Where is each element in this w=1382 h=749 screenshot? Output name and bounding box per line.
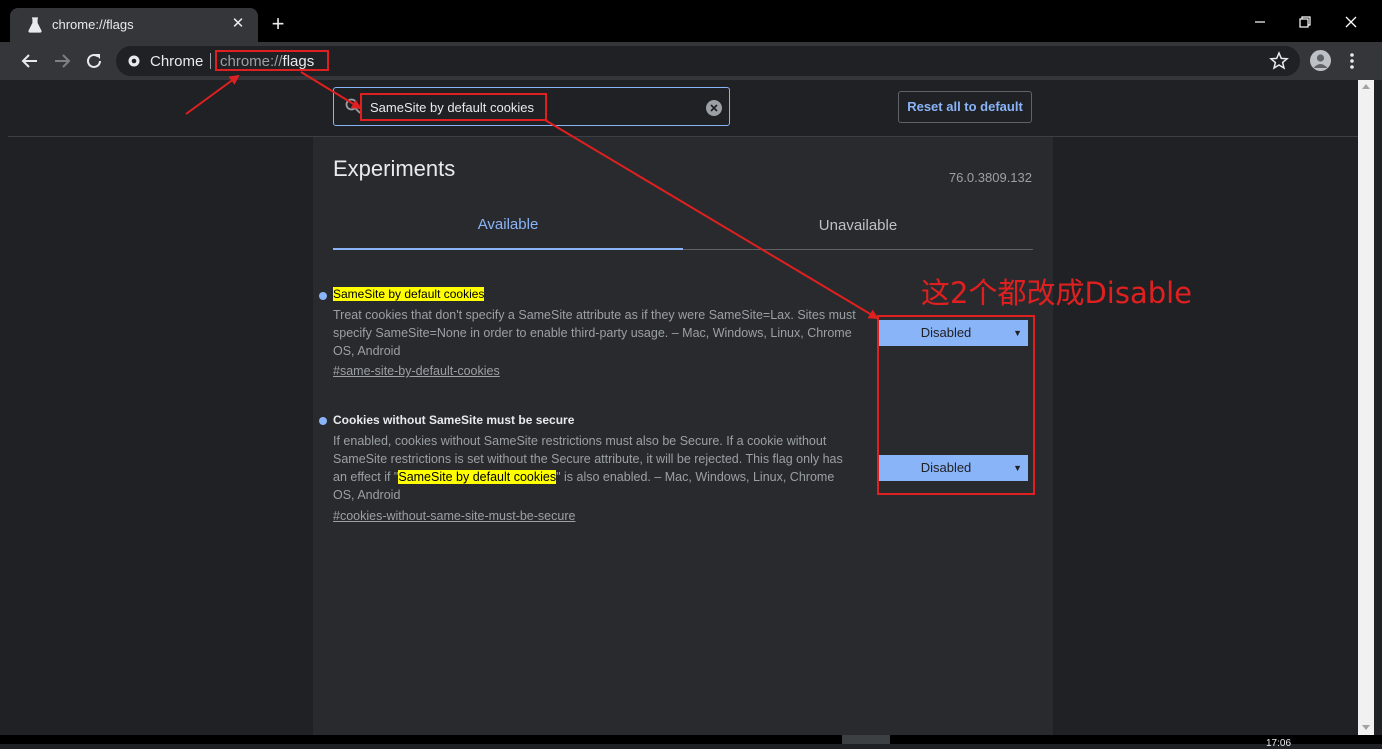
scroll-down-icon[interactable] xyxy=(1362,725,1370,730)
flag-description-line: an effect if "SameSite by default cookie… xyxy=(333,468,868,486)
right-gutter xyxy=(1053,137,1358,735)
flag-title: Cookies without SameSite must be secure xyxy=(333,413,575,427)
desc-highlight: SameSite by default cookies xyxy=(398,470,557,484)
menu-dots-icon[interactable] xyxy=(1346,50,1358,72)
reset-all-button[interactable]: Reset all to default xyxy=(898,91,1032,123)
person-icon xyxy=(1313,54,1328,68)
tab-available[interactable]: Available xyxy=(333,216,683,233)
annotation-box-search xyxy=(360,93,547,121)
restore-icon[interactable] xyxy=(1293,10,1317,34)
back-icon[interactable] xyxy=(19,50,41,72)
browser-toolbar: Chrome chrome://flags xyxy=(0,42,1382,80)
active-tab-indicator xyxy=(333,248,683,250)
desc-text: " is also enabled. – Mac, Windows, Linux… xyxy=(556,470,835,484)
omnibox-divider xyxy=(210,53,211,69)
chrome-chip-label: Chrome xyxy=(150,53,204,70)
flag-description-line: OS, Android xyxy=(333,488,401,502)
clear-search-icon[interactable] xyxy=(706,100,722,116)
desc-text: an effect if " xyxy=(333,470,399,484)
profile-avatar[interactable] xyxy=(1310,50,1331,71)
forward-icon[interactable] xyxy=(51,50,73,72)
flask-icon xyxy=(28,17,42,33)
flag-anchor-link[interactable]: #same-site-by-default-cookies xyxy=(333,364,500,378)
title-bar: chrome://flags ✕ + xyxy=(0,0,1382,42)
flag-description-line: SameSite restrictions is set without the… xyxy=(333,452,843,466)
vertical-scrollbar[interactable] xyxy=(1358,80,1374,735)
reload-icon[interactable] xyxy=(83,50,105,72)
flag-anchor-link[interactable]: #cookies-without-same-site-must-be-secur… xyxy=(333,509,575,523)
flag-status-dot xyxy=(319,292,327,300)
scroll-up-icon[interactable] xyxy=(1362,84,1370,89)
taskbar-thumb xyxy=(842,735,890,744)
minimize-icon[interactable] xyxy=(1248,10,1272,34)
browser-tab[interactable]: chrome://flags ✕ xyxy=(10,8,258,42)
flag-title-highlight: SameSite by default cookies xyxy=(333,287,485,301)
chrome-icon xyxy=(128,55,140,67)
new-tab-button[interactable]: + xyxy=(266,12,290,36)
annotation-box-selects xyxy=(877,315,1035,495)
bookmark-star-icon[interactable] xyxy=(1268,50,1290,72)
annotation-note: 这2个都改成Disable xyxy=(921,276,1193,310)
annotation-box-url xyxy=(215,50,329,71)
tab-close-icon[interactable]: ✕ xyxy=(228,14,248,34)
flag-title: SameSite by default cookies xyxy=(333,287,485,301)
flag-description: If enabled, cookies without SameSite res… xyxy=(333,432,868,504)
version-label: 76.0.3809.132 xyxy=(948,170,1032,185)
taskbar-strip xyxy=(0,735,1382,744)
tab-unavailable[interactable]: Unavailable xyxy=(683,217,1033,234)
flag-description-line: If enabled, cookies without SameSite res… xyxy=(333,434,827,448)
page-title: Experiments xyxy=(333,156,456,181)
flag-description: Treat cookies that don't specify a SameS… xyxy=(333,308,856,358)
close-window-icon[interactable] xyxy=(1339,10,1363,34)
left-gutter xyxy=(8,137,313,735)
flag-status-dot xyxy=(319,417,327,425)
tab-title: chrome://flags xyxy=(52,17,134,32)
